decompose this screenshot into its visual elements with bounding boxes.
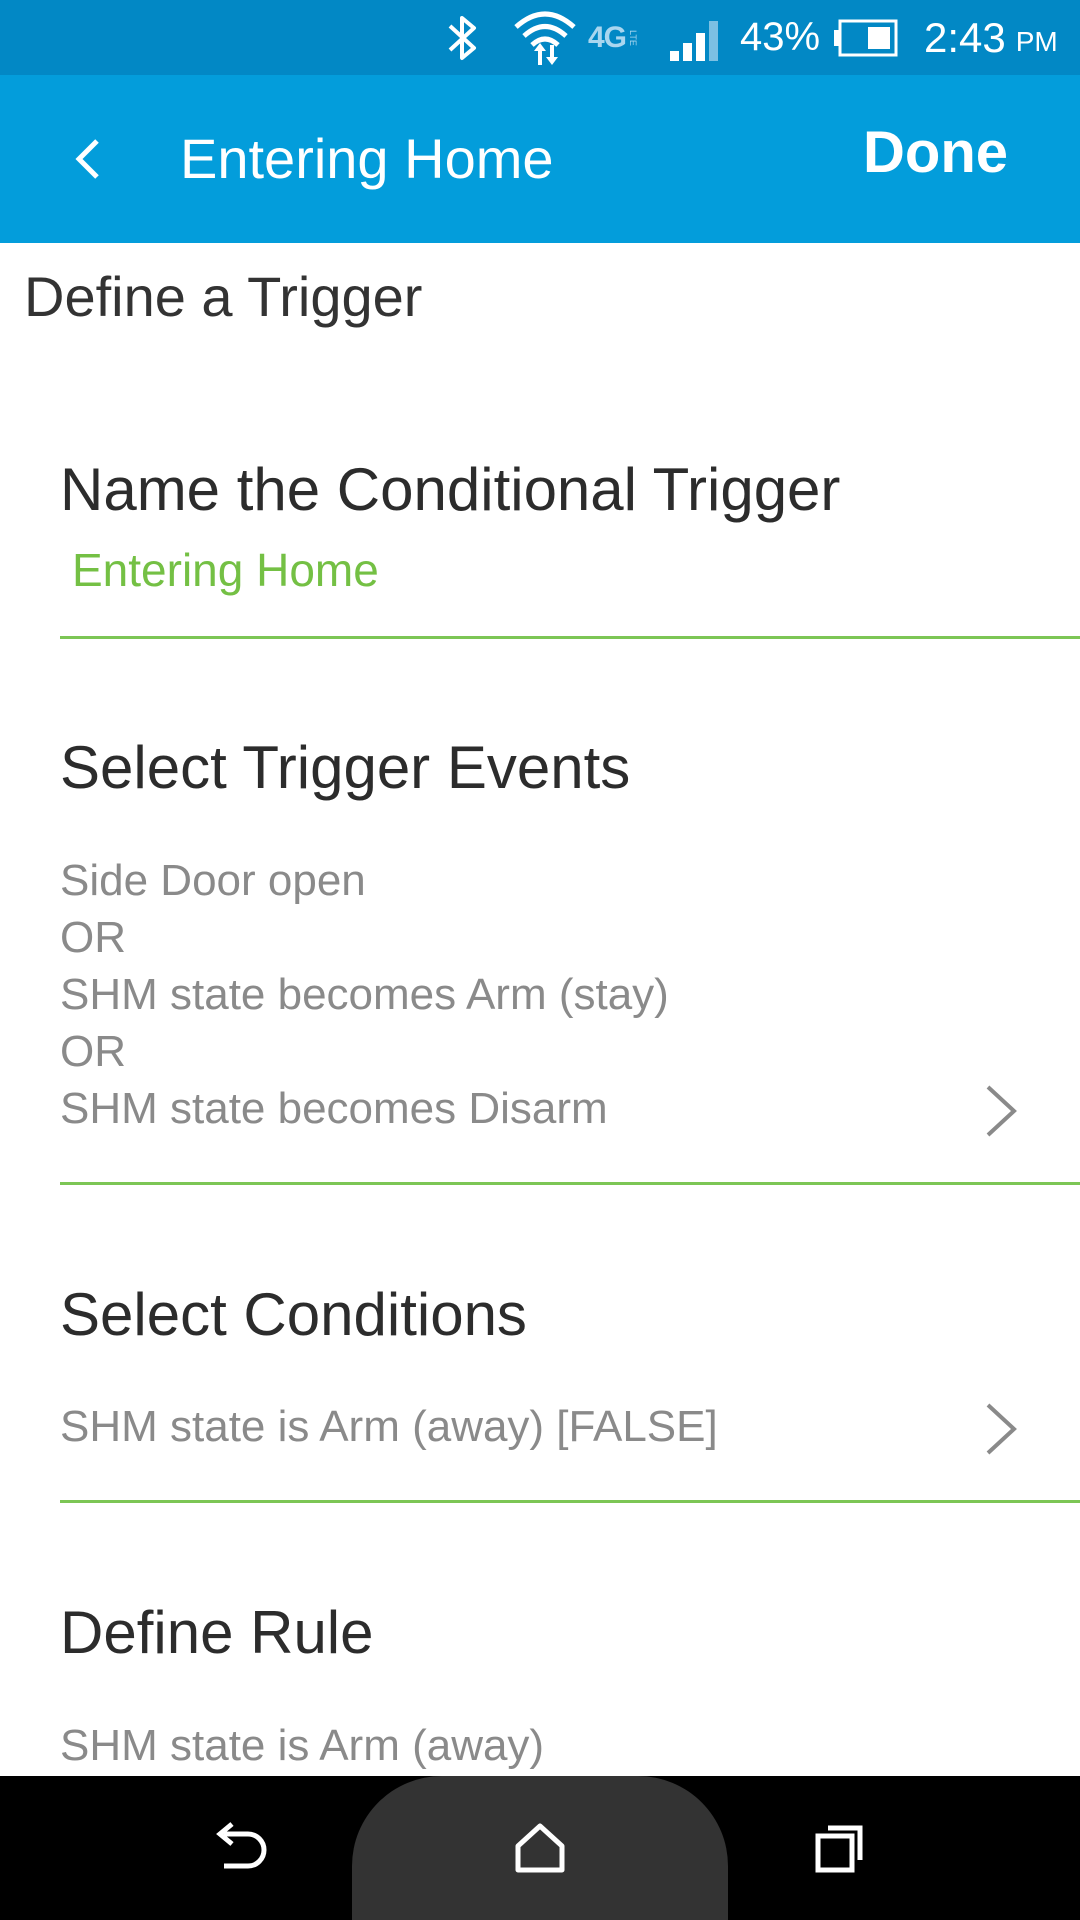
nav-home-button[interactable] bbox=[500, 1808, 580, 1888]
navigation-bar bbox=[0, 1776, 1080, 1920]
event-line: SHM state becomes Disarm bbox=[60, 1084, 608, 1133]
event-line: OR bbox=[60, 913, 126, 962]
battery-percent: 43% bbox=[740, 15, 821, 59]
conditions-value: SHM state is Arm (away) [FALSE] bbox=[60, 1402, 718, 1451]
app-bar-title: Entering Home bbox=[180, 127, 554, 190]
network-type-label: 4G LTE bbox=[588, 20, 639, 54]
chevron-right-icon bbox=[986, 1085, 1017, 1137]
event-line: OR bbox=[60, 1027, 126, 1076]
signal-icon bbox=[668, 0, 728, 75]
event-line: Side Door open bbox=[60, 856, 366, 905]
name-divider bbox=[60, 636, 1080, 639]
nav-recents-button[interactable] bbox=[800, 1808, 880, 1888]
trigger-form: Define a Trigger Name the Conditional Tr… bbox=[0, 243, 1080, 1776]
page-heading: Define a Trigger bbox=[24, 265, 423, 328]
chevron-right-icon bbox=[986, 1403, 1017, 1455]
conditions-divider bbox=[60, 1500, 1080, 1503]
status-bar: 4G LTE 43% 2:43 PM bbox=[0, 0, 1080, 75]
wifi-icon bbox=[512, 0, 578, 75]
clock: 2:43 PM bbox=[924, 13, 1058, 61]
nav-home-icon bbox=[515, 1823, 565, 1873]
rule-value: SHM state is Arm (away) bbox=[60, 1721, 545, 1770]
app-bar: Entering Home Done bbox=[0, 75, 1080, 243]
rule-section-title: Define Rule bbox=[60, 1599, 374, 1666]
event-line: SHM state becomes Arm (stay) bbox=[60, 970, 669, 1019]
events-section-title: Select Trigger Events bbox=[60, 734, 631, 801]
battery-icon bbox=[832, 0, 900, 75]
conditions-section-title: Select Conditions bbox=[60, 1281, 527, 1348]
back-arrow-icon bbox=[75, 139, 99, 179]
trigger-name-input[interactable]: Entering Home bbox=[72, 543, 379, 597]
nav-back-button[interactable] bbox=[200, 1808, 280, 1888]
nav-back-icon bbox=[216, 1822, 267, 1869]
done-button[interactable]: Done bbox=[863, 121, 1008, 185]
nav-recents-icon bbox=[815, 1825, 863, 1873]
name-section-title: Name the Conditional Trigger bbox=[60, 456, 841, 523]
events-divider bbox=[60, 1182, 1080, 1185]
bluetooth-icon bbox=[446, 0, 480, 75]
back-button[interactable] bbox=[48, 119, 128, 199]
